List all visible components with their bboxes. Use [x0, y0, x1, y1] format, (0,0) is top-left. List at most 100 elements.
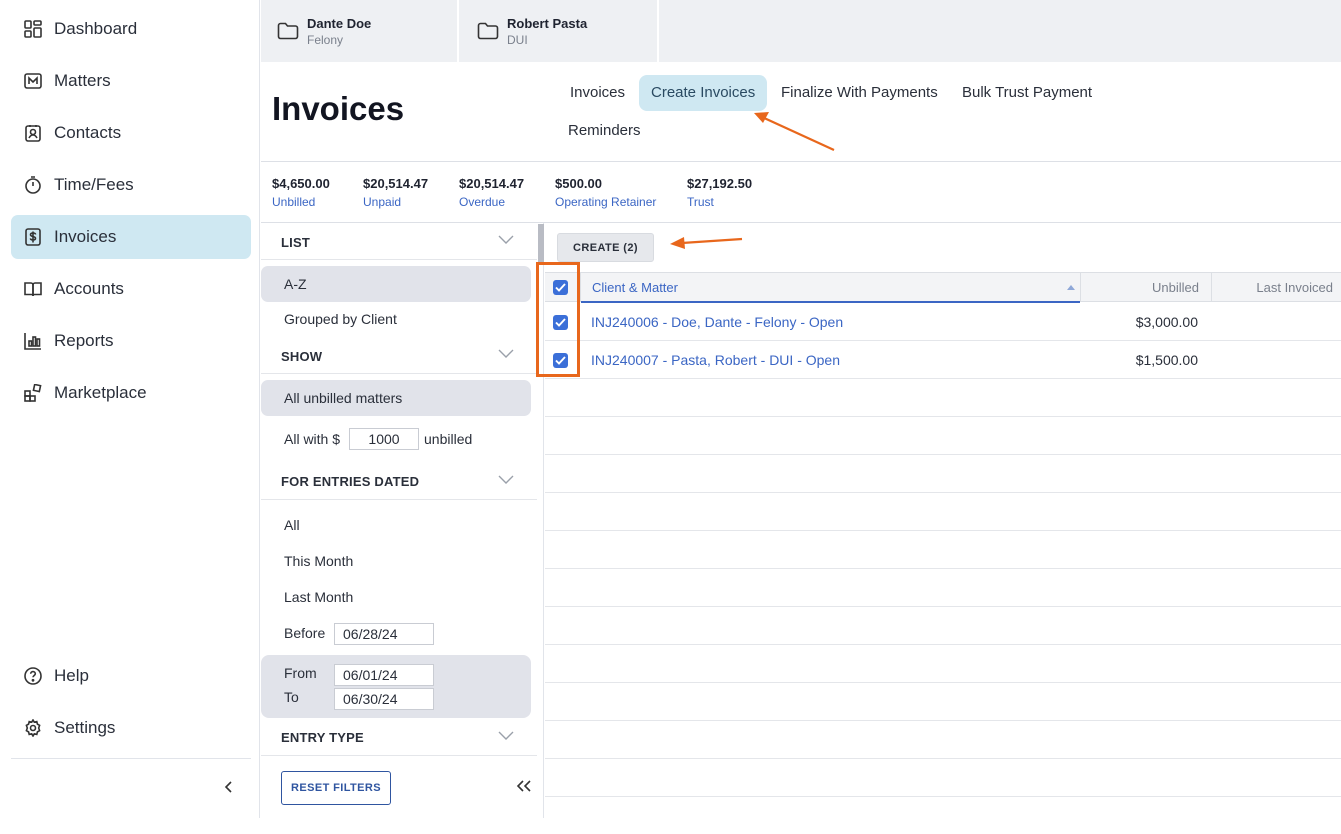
grid-header: Client & Matter Unbilled Last Invoiced: [545, 272, 1341, 303]
divider: [261, 259, 537, 260]
sidebar-item-marketplace[interactable]: Marketplace: [11, 371, 251, 415]
column-header-unbilled[interactable]: Unbilled: [1081, 273, 1199, 302]
bar-chart-icon: [23, 331, 43, 351]
table-row[interactable]: INJ240006 - Doe, Dante - Felony - Open $…: [545, 303, 1341, 341]
matter-link[interactable]: INJ240007 - Pasta, Robert - DUI - Open: [591, 341, 840, 379]
unbilled-amount: $1,500.00: [1135, 352, 1198, 368]
help-icon: [23, 666, 43, 686]
tab-finalize-with-payments[interactable]: Finalize With Payments: [769, 75, 950, 111]
filter-heading-show: SHOW: [281, 349, 323, 364]
matter-tab-type: DUI: [507, 32, 528, 47]
create-invoices-button[interactable]: CREATE (2): [557, 233, 654, 262]
stat-label[interactable]: Operating Retainer: [555, 195, 656, 209]
sidebar-item-label: Reports: [54, 331, 114, 350]
select-all-checkbox[interactable]: [553, 280, 568, 295]
check-icon: [555, 356, 566, 365]
filter-option-grouped-by-client[interactable]: Grouped by Client: [261, 301, 531, 337]
matter-tab-robert-pasta[interactable]: Robert Pasta DUI: [461, 0, 659, 62]
chevron-down-icon[interactable]: [498, 349, 514, 359]
sidebar-item-label: Invoices: [54, 227, 117, 246]
sidebar-item-dashboard[interactable]: Dashboard: [11, 7, 251, 51]
stopwatch-icon: [23, 175, 43, 195]
stat-operating-retainer[interactable]: $500.00 Operating Retainer: [555, 176, 656, 209]
tab-bulk-trust-payment[interactable]: Bulk Trust Payment: [950, 75, 1104, 111]
check-icon: [555, 318, 566, 327]
sort-ascending-icon[interactable]: [1067, 285, 1075, 290]
filter-option-last-month[interactable]: Last Month: [284, 589, 353, 605]
empty-row: [545, 645, 1341, 683]
book-icon: [23, 279, 43, 299]
stat-label[interactable]: Unbilled: [272, 195, 330, 209]
chevron-down-icon[interactable]: [498, 475, 514, 485]
stat-unpaid[interactable]: $20,514.47 Unpaid: [363, 176, 428, 209]
filter-heading-entries-dated: FOR ENTRIES DATED: [281, 474, 420, 489]
unbilled-amount-input[interactable]: [349, 428, 419, 450]
sidebar-item-label: Time/Fees: [54, 175, 134, 194]
row-checkbox[interactable]: [553, 353, 568, 368]
chevron-down-icon[interactable]: [498, 235, 514, 245]
sidebar-item-label: Dashboard: [54, 19, 138, 38]
chevron-left-icon: [224, 781, 232, 793]
stat-label[interactable]: Trust: [687, 195, 752, 209]
stat-trust[interactable]: $27,192.50 Trust: [687, 176, 752, 209]
sidebar-item-label: Contacts: [54, 123, 122, 142]
divider: [261, 755, 537, 756]
empty-row: [545, 493, 1341, 531]
empty-row: [545, 455, 1341, 493]
empty-row: [545, 417, 1341, 455]
column-header-client-matter[interactable]: Client & Matter: [592, 273, 678, 302]
stat-value: $4,650.00: [272, 176, 330, 191]
sidebar-item-settings[interactable]: Settings: [11, 706, 251, 750]
chevron-down-icon[interactable]: [498, 731, 514, 741]
tab-reminders[interactable]: Reminders: [556, 113, 653, 149]
stat-label[interactable]: Unpaid: [363, 195, 428, 209]
sidebar-item-reports[interactable]: Reports: [11, 319, 251, 363]
header-divider: [261, 161, 1341, 162]
sidebar: Dashboard Matters Contacts Time/Fees Inv…: [0, 0, 260, 818]
matter-link[interactable]: INJ240006 - Doe, Dante - Felony - Open: [591, 303, 843, 341]
table-row[interactable]: INJ240007 - Pasta, Robert - DUI - Open $…: [545, 341, 1341, 379]
matter-tab-dante-doe[interactable]: Dante Doe Felony: [261, 0, 459, 62]
filter-label-all-with[interactable]: All with $: [284, 431, 340, 447]
sidebar-item-accounts[interactable]: Accounts: [11, 267, 251, 311]
filter-option-this-month[interactable]: This Month: [284, 553, 353, 569]
sidebar-item-label: Matters: [54, 71, 111, 90]
stat-value: $500.00: [555, 176, 602, 191]
sidebar-item-matters[interactable]: Matters: [11, 59, 251, 103]
arrow-annotation-create-button: [670, 237, 743, 249]
stat-unbilled[interactable]: $4,650.00 Unbilled: [272, 176, 330, 209]
tab-invoices[interactable]: Invoices: [558, 75, 637, 111]
page-title: Invoices: [272, 90, 405, 127]
panel-resize-handle[interactable]: [538, 224, 544, 262]
filter-option-all-unbilled[interactable]: All unbilled matters: [261, 380, 531, 416]
sidebar-item-help[interactable]: Help: [11, 654, 251, 698]
gear-icon: [23, 718, 43, 738]
divider: [261, 499, 537, 500]
filter-option-a-z[interactable]: A-Z: [261, 266, 531, 302]
sidebar-item-label: Marketplace: [54, 383, 147, 402]
collapse-sidebar-button[interactable]: [218, 776, 240, 798]
blocks-icon: [23, 383, 43, 403]
empty-row: [545, 379, 1341, 417]
stat-overdue[interactable]: $20,514.47 Overdue: [459, 176, 524, 209]
from-date-input[interactable]: [334, 664, 434, 686]
to-date-input[interactable]: [334, 688, 434, 710]
column-header-last-invoiced[interactable]: Last Invoiced: [1212, 273, 1333, 302]
reset-filters-button[interactable]: RESET FILTERS: [281, 771, 391, 805]
stat-value: $20,514.47: [459, 176, 525, 191]
filter-option-all-dates[interactable]: All: [284, 517, 300, 533]
double-chevron-left-icon[interactable]: [515, 779, 533, 793]
tab-create-invoices[interactable]: Create Invoices: [639, 75, 768, 111]
sidebar-item-time-fees[interactable]: Time/Fees: [11, 163, 251, 207]
sidebar-item-invoices[interactable]: Invoices: [11, 215, 251, 259]
row-checkbox[interactable]: [553, 315, 568, 330]
folder-icon: [277, 22, 299, 40]
column-separator: [580, 273, 581, 302]
empty-row: [545, 607, 1341, 645]
before-date-input[interactable]: [334, 623, 434, 645]
stat-label[interactable]: Overdue: [459, 195, 524, 209]
filter-option-before[interactable]: Before: [284, 625, 325, 641]
arrow-annotation-create-tab: [754, 112, 835, 151]
sidebar-item-contacts[interactable]: Contacts: [11, 111, 251, 155]
filter-label-unbilled: unbilled: [424, 431, 473, 447]
